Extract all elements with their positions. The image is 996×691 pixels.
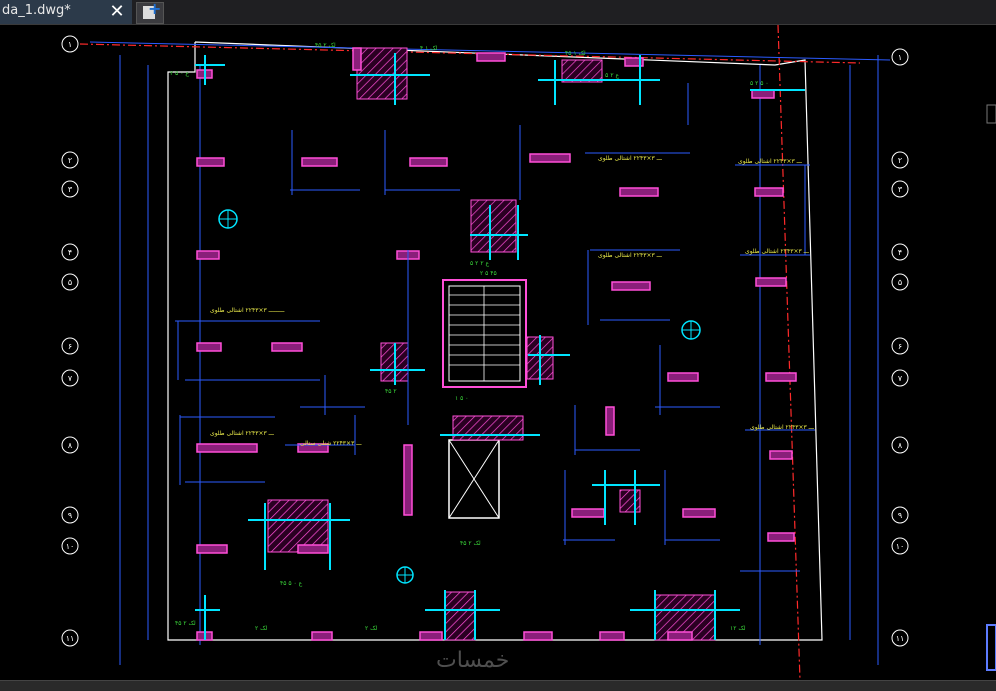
grid-bubble-label: ۵ — [898, 278, 902, 287]
svg-text:۴۵ ۲ لک: ۴۵ ۲ لک — [175, 620, 196, 627]
svg-text:ع ۲ ۲ ۵: ع ۲ ۲ ۵ — [470, 260, 489, 267]
grid-bubble-label: ۴ — [898, 248, 902, 257]
tab-title[interactable]: da_1.dwg* — [2, 3, 71, 18]
svg-text:ـــ ۳×۲۲۴۳ اشتالی طلوی: ـــ ۳×۲۲۴۳ اشتالی طلوی — [750, 424, 814, 431]
grid-bubble-label: ۱ — [898, 53, 902, 62]
grid-bubble-label: ۱۱ — [896, 634, 905, 643]
grid-bubble-label: ۶ — [898, 342, 902, 351]
grid-bubble-label: ۳ — [68, 185, 73, 194]
watermark: خمسات — [436, 648, 510, 673]
svg-text:ـــ ۳×۲۲۴۳ اشتالی طلوی: ـــ ۳×۲۲۴۳ اشتالی طلوی — [598, 155, 662, 162]
svg-text:۱ ۵ ۰: ۱ ۵ ۰ — [455, 395, 468, 402]
annotation-text: ـــــــــ ۳×۲۲۴۳ اشتالی طلوی ـــ ۳×۲۲۴۳ … — [210, 155, 814, 447]
building-outline — [167, 41, 823, 641]
grid-bubble-label: ۸ — [68, 441, 73, 450]
property-line — [777, 24, 801, 681]
svg-text:۴۵ ۵ ۰ ع: ۴۵ ۵ ۰ ع — [280, 580, 303, 587]
grid-bubble-label: ۹ — [898, 511, 902, 520]
svg-text:۲ ۵ ۴۵: ۲ ۵ ۴۵ — [480, 270, 497, 277]
svg-text:ع ۲ ۵ ۰: ع ۲ ۵ ۰ — [600, 72, 619, 79]
svg-text:۴ ۱ لک: ۴ ۱ لک — [420, 45, 438, 52]
svg-text:۴۵ ۲ لک: ۴۵ ۲ لک — [460, 540, 481, 547]
right-side-scale — [986, 104, 996, 671]
svg-text:۵ ۲ ۵ ۰: ۵ ۲ ۵ ۰ — [750, 80, 769, 87]
grid-bubbles-left: ۱ ۲ ۳ ۴ ۵ ۶ ۷ ۸ ۹ ۱۰ ۱۱ — [61, 35, 79, 647]
grid-bubble-label: ۲ — [898, 156, 902, 165]
tab-bar: da_1.dwg* ✕ + — [0, 0, 996, 25]
hatched-walls — [267, 47, 716, 641]
svg-text:لک ۲: لک ۲ — [365, 625, 378, 632]
grid-bubble-label: ۹ — [68, 511, 72, 520]
grid-bubble-label: ۱ — [68, 40, 72, 49]
grid-bubble-label: ۶ — [68, 342, 72, 351]
grid-bubble-label: ۵ — [68, 278, 72, 287]
svg-text:۴۵ ۲ لک: ۴۵ ۲ لک — [315, 42, 336, 49]
close-icon[interactable]: ✕ — [106, 1, 128, 23]
svg-text:ـــ ۳×۲۲۴۳ اشتالی طلوی: ـــ ۳×۲۲۴۳ اشتالی طلوی — [745, 248, 809, 255]
grid-bubble-label: ۱۱ — [66, 634, 75, 643]
grid-bubble-label: ۸ — [898, 441, 903, 450]
annotation-marks: ۲ ۵ ۰ ع ۴۵ ۲ لک ۴ ۱ لک ۴۵ ۱ لک ع ۲ ۵ ۰ ۵ ۲ … — [170, 42, 769, 632]
grid-bubbles-right: ۱ ۲ ۳ ۴ ۵ ۶ ۷ ۸ ۹ ۱۰ ۱۱ — [891, 48, 909, 647]
svg-text:لک ۲: لک ۲ — [255, 625, 268, 632]
drawing-tab[interactable]: da_1.dwg* ✕ — [0, 0, 132, 24]
grid-bubble-label: ۳ — [898, 185, 903, 194]
drawing-canvas[interactable]: ۱ ۲ ۳ ۴ ۵ ۶ ۷ ۸ ۹ ۱۰ ۱۱ ۱ ۲ ۳ ۴ ۵ ۶ ۷ ۸ ۹ ۱۰ ۱۱ — [0, 24, 996, 681]
svg-text:۴۵ ۲: ۴۵ ۲ — [385, 388, 397, 395]
svg-text:ـــ ۳×۲۲۴۳ اشتالی طلوی: ـــ ۳×۲۲۴۳ اشتالی طلوی — [210, 430, 274, 437]
plus-icon: + — [148, 0, 162, 18]
grid-bubble-label: ۱۰ — [66, 542, 75, 551]
grid-bubble-label: ۲ — [68, 156, 72, 165]
property-line — [79, 43, 861, 64]
grid-lines — [89, 41, 891, 665]
grid-bubble-label: ۱۰ — [896, 542, 905, 551]
svg-text:ـــ ۳×۲۲۴۳ شنلی ستالی: ـــ ۳×۲۲۴۳ شنلی ستالی — [300, 440, 362, 447]
cad-drawing[interactable]: ۱ ۲ ۳ ۴ ۵ ۶ ۷ ۸ ۹ ۱۰ ۱۱ ۱ ۲ ۳ ۴ ۵ ۶ ۷ ۸ ۹ ۱۰ ۱۱ ـــــــــ ۳×… — [0, 24, 996, 681]
svg-text:ـــ ۳×۲۲۴۳ اشتالی طلوی: ـــ ۳×۲۲۴۳ اشتالی طلوی — [598, 252, 662, 259]
svg-text:ـــ ۳×۲۲۴۳ اشتالی طلوی: ـــ ۳×۲۲۴۳ اشتالی طلوی — [738, 158, 802, 165]
svg-text:۴۵ ۱ لک: ۴۵ ۱ لک — [565, 50, 586, 57]
status-bar — [0, 680, 996, 691]
grid-bubble-label: ۴ — [68, 248, 72, 257]
svg-text:۲ ۵ ۰ ع: ۲ ۵ ۰ ع — [170, 70, 189, 77]
grid-bubble-label: ۷ — [898, 374, 903, 383]
svg-text:لک ۱۲: لک ۱۲ — [730, 625, 746, 632]
grid-bubble-label: ۷ — [68, 374, 73, 383]
svg-text:ـــــــــ ۳×۲۲۴۳ اشتالی طلوی: ـــــــــ ۳×۲۲۴۳ اشتالی طلوی — [210, 307, 285, 314]
new-tab-button[interactable]: + — [136, 0, 164, 24]
